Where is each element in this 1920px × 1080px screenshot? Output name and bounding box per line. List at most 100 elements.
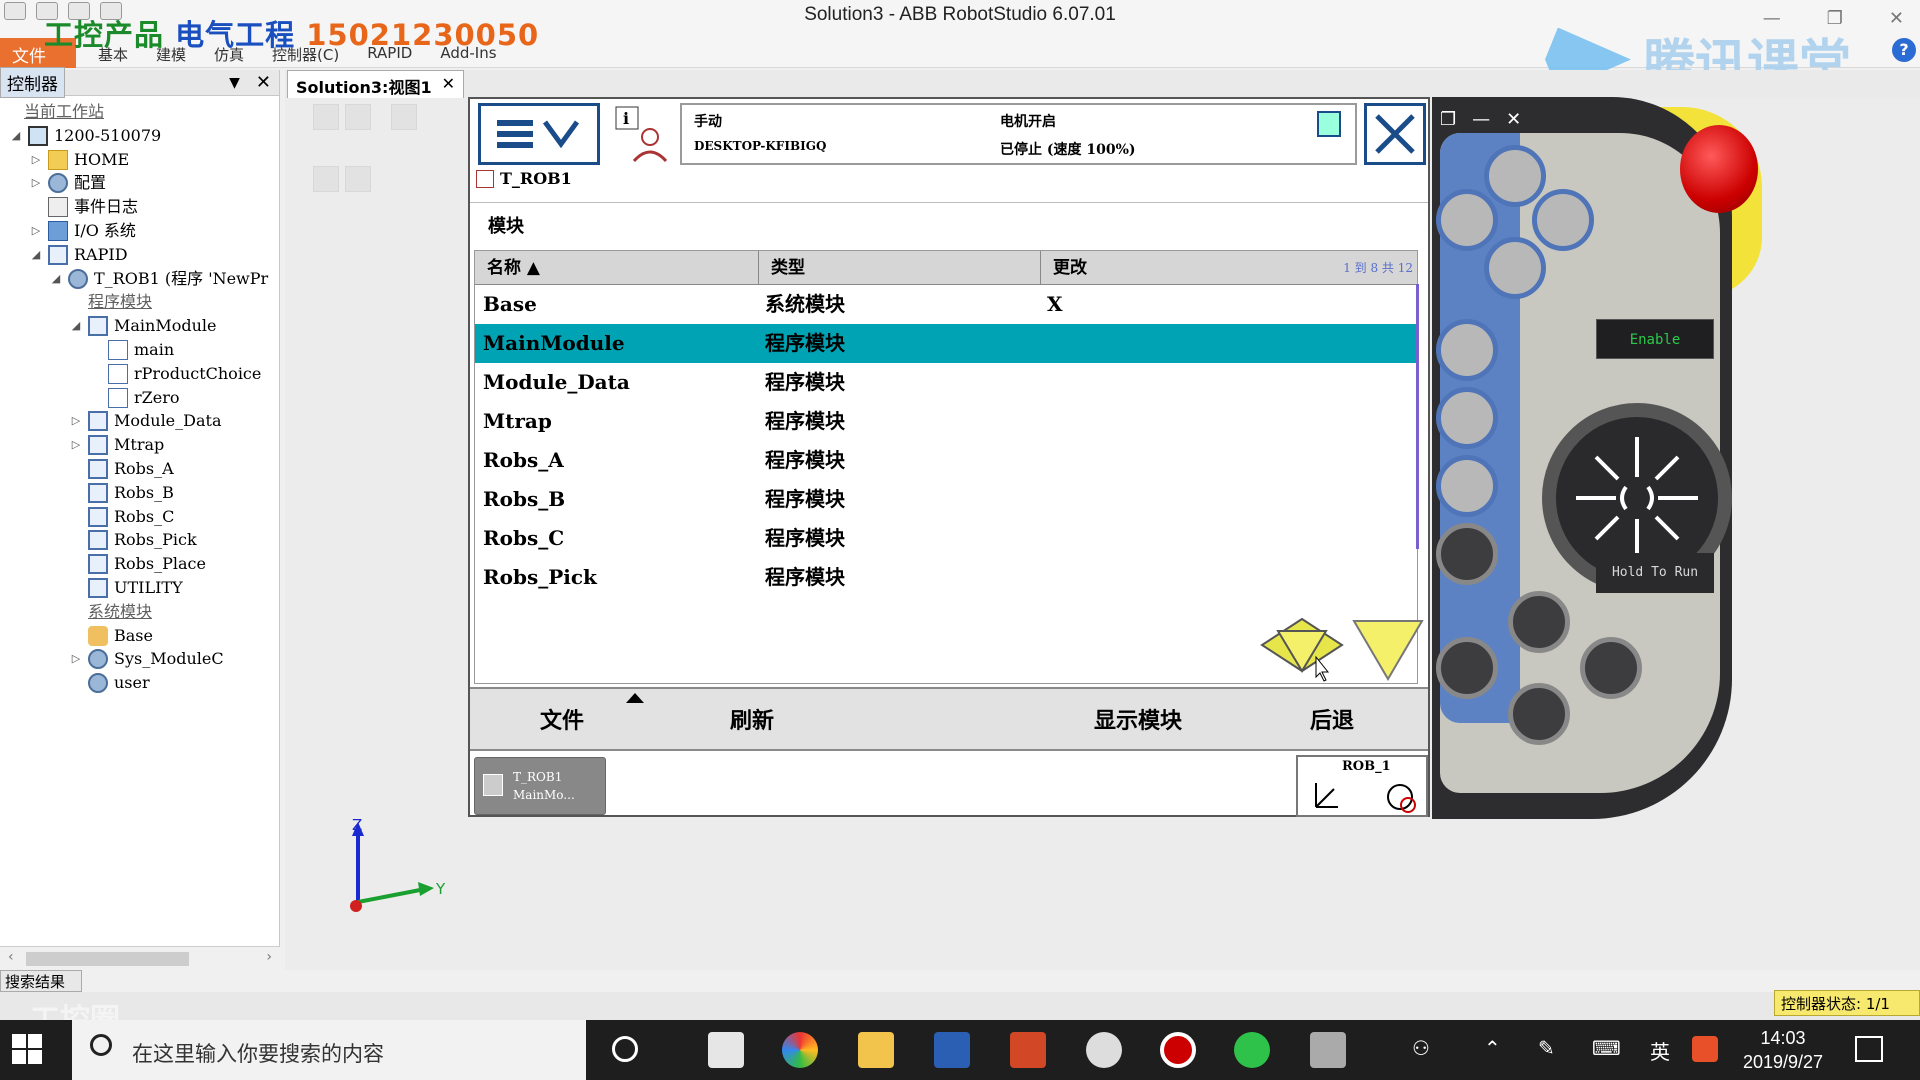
run-button[interactable] [1508, 591, 1570, 653]
select-mechanical-unit-button[interactable] [1436, 319, 1498, 381]
toggle-motion-mode-button[interactable] [1436, 387, 1498, 449]
tree-node[interactable]: ▷ 配置 [30, 171, 106, 195]
maximize-icon[interactable]: ❐ [1440, 109, 1456, 130]
column-header-name[interactable]: 名称 ▲ [475, 251, 759, 285]
tree-node[interactable]: ▷ Sys_ModuleC [70, 647, 224, 671]
expand-arrow-icon[interactable]: ▷ [70, 433, 82, 457]
emergency-stop-button[interactable] [1680, 125, 1758, 213]
help-icon[interactable]: ? [1892, 38, 1916, 62]
controller-tab[interactable]: 控制器 [0, 67, 65, 98]
tree-node[interactable]: Robs_C [70, 505, 174, 529]
chevron-up-icon[interactable]: ⌃ [1484, 1036, 1501, 1060]
minimize-button[interactable]: — [1763, 8, 1781, 29]
expand-arrow-icon[interactable]: ▷ [30, 148, 42, 172]
stop-button[interactable] [1508, 683, 1570, 745]
task-button[interactable]: T_ROB1 MainMo... [474, 757, 606, 815]
expand-arrow-icon[interactable]: ◢ [70, 314, 82, 338]
close-window-button[interactable]: ✕ [1889, 8, 1904, 29]
tree-node[interactable]: 当前工作站 [10, 100, 104, 124]
wechat-app-icon[interactable] [1234, 1032, 1270, 1068]
toggle-axes-button[interactable] [1436, 455, 1498, 517]
tree-node[interactable]: 程序模块 [70, 290, 152, 314]
enable-button[interactable]: Enable [1596, 319, 1714, 359]
back-button[interactable]: 后退 [1310, 703, 1354, 735]
table-row[interactable]: Robs_Pick 程序模块 [475, 558, 1417, 597]
tree-node[interactable]: ▷ Module_Data [70, 409, 221, 433]
expand-arrow-icon[interactable]: ◢ [10, 124, 22, 148]
tree-node[interactable]: 事件日志 [30, 195, 138, 219]
clock[interactable]: 14:03 2019/9/27 [1738, 1026, 1828, 1074]
tree-node[interactable]: ▷ I/O 系统 [30, 219, 136, 243]
pin-dropdown-icon[interactable]: ▼ [229, 75, 240, 91]
expand-arrow-icon[interactable]: ▷ [30, 171, 42, 195]
scroll-down-button[interactable] [1352, 620, 1424, 681]
tree-node-label[interactable]: 程序模块 [88, 290, 152, 314]
abb-menu-button[interactable] [478, 103, 600, 165]
expand-arrow-icon[interactable]: ▷ [30, 219, 42, 243]
table-row[interactable]: Robs_A 程序模块 [475, 441, 1417, 480]
close-icon[interactable]: ✕ [1506, 109, 1521, 130]
robot-status-button[interactable]: ROB_1 [1296, 755, 1428, 817]
step-forward-button[interactable] [1580, 637, 1642, 699]
scroll-left-icon[interactable]: ‹ [8, 949, 14, 965]
active-app-icon[interactable] [1310, 1032, 1346, 1068]
status-bar[interactable]: 手动 DESKTOP-KFIBIGQ 电机开启 已停止 (速度 100%) [680, 103, 1357, 165]
tree-node[interactable]: main [90, 338, 174, 362]
expand-arrow-icon[interactable]: ▷ [70, 647, 82, 671]
tree-node[interactable]: Base [70, 624, 153, 648]
play-tool-icon[interactable] [313, 166, 339, 192]
tree-node[interactable]: ▷ Mtrap [70, 433, 164, 457]
tree-node[interactable]: rProductChoice [90, 362, 261, 386]
controller-status-badge[interactable]: 控制器状态: 1/1 [1774, 990, 1920, 1016]
tree-node[interactable]: 系统模块 [70, 600, 152, 624]
programmable-key-1[interactable] [1484, 145, 1546, 207]
tree-node-label[interactable]: 当前工作站 [24, 100, 104, 124]
programmable-key-2[interactable] [1436, 189, 1498, 251]
tree-node[interactable]: Robs_B [70, 481, 174, 505]
programmable-key-3[interactable] [1532, 189, 1594, 251]
sogou-ime-icon[interactable] [1692, 1036, 1718, 1062]
tree-node[interactable]: UTILITY [70, 576, 183, 600]
cortana-icon[interactable] [612, 1036, 638, 1062]
scroll-thumb[interactable] [26, 952, 189, 966]
view-tab[interactable]: Solution3:视图1 ✕ [287, 70, 464, 98]
table-row[interactable]: MainModule 程序模块 [475, 324, 1417, 363]
tree-node-label[interactable]: 系统模块 [88, 600, 152, 624]
keyboard-icon[interactable]: ⌨ [1592, 1036, 1621, 1060]
notification-icon[interactable] [1855, 1036, 1883, 1062]
expand-arrow-icon[interactable]: ▷ [70, 409, 82, 433]
tree-node[interactable]: Robs_A [70, 457, 174, 481]
view-tool-icon[interactable] [345, 104, 371, 130]
stop-tool-icon[interactable] [345, 166, 371, 192]
search-results-tab[interactable]: 搜索结果 [0, 970, 82, 992]
tree-node[interactable]: user [70, 671, 150, 695]
increment-button[interactable] [1436, 523, 1498, 585]
info-icon[interactable]: i [612, 103, 672, 165]
minimize-icon[interactable]: — [1472, 109, 1490, 130]
people-icon[interactable]: ⚇ [1412, 1036, 1430, 1060]
hold-to-run-button[interactable]: Hold To Run [1596, 553, 1714, 593]
show-module-button[interactable]: 显示模块 [1094, 703, 1182, 735]
maximize-button[interactable]: ❐ [1827, 8, 1843, 29]
taskbar-search-box[interactable]: 在这里输入你要搜索的内容 [72, 1020, 586, 1080]
close-panel-icon[interactable]: ✕ [256, 72, 271, 93]
tree-node[interactable]: ▷ HOME [30, 148, 129, 172]
file-explorer-icon[interactable] [858, 1032, 894, 1068]
horizontal-scrollbar[interactable]: ‹ › [0, 946, 280, 970]
start-windows-icon[interactable] [12, 1034, 42, 1064]
file-button[interactable]: 文件 [540, 703, 584, 735]
view-tool-icon[interactable] [313, 104, 339, 130]
tree-node[interactable]: ◢ RAPID [30, 243, 128, 267]
table-row[interactable]: Module_Data 程序模块 [475, 363, 1417, 402]
quickset-icon[interactable] [1317, 111, 1341, 137]
close-pendant-button[interactable] [1364, 103, 1426, 165]
programmable-key-4[interactable] [1484, 237, 1546, 299]
tree-node[interactable]: ◢ T_ROB1 (程序 'NewPr [50, 267, 268, 291]
word-app-icon[interactable] [934, 1032, 970, 1068]
table-row[interactable]: Mtrap 程序模块 [475, 402, 1417, 441]
powerpoint-app-icon[interactable] [1010, 1032, 1046, 1068]
pen-icon[interactable]: ✎ [1538, 1036, 1555, 1060]
tree-node[interactable]: Robs_Place [70, 552, 206, 576]
mail-app-icon[interactable] [708, 1032, 744, 1068]
tree-node[interactable]: rZero [90, 386, 180, 410]
